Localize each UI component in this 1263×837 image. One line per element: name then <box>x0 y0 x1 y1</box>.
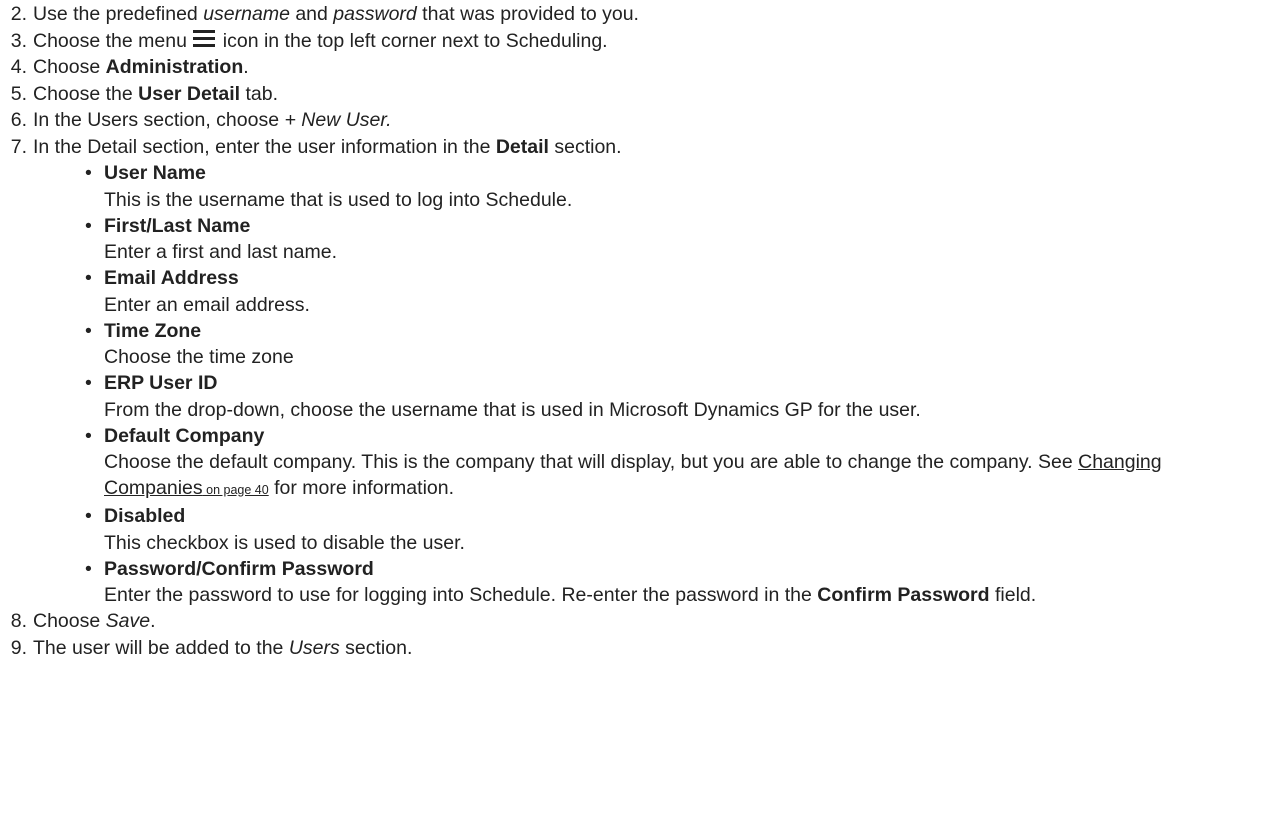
bullet-marker: • <box>85 267 92 289</box>
field-item-email-address: • Email Address Enter an email address. <box>0 265 1263 318</box>
step-6: 6. In the Users section, choose + New Us… <box>0 107 1263 134</box>
step-number: 3. <box>10 29 27 52</box>
field-title: ERP User ID <box>104 372 218 394</box>
term-password: password <box>333 3 417 25</box>
field-item-user-name: • User Name This is the username that is… <box>0 160 1263 213</box>
field-title: Password/Confirm Password <box>104 557 374 580</box>
term-users: Users <box>288 636 340 659</box>
field-description: From the drop-down, choose the username … <box>104 398 921 421</box>
step-9: 9. The user will be added to the Users s… <box>0 635 1263 662</box>
step-number: 6. <box>10 109 27 131</box>
step-number: 9. <box>10 636 27 659</box>
step-number: 5. <box>10 82 27 105</box>
field-item-password: • Password/Confirm Password Enter the pa… <box>0 556 1263 609</box>
field-description: This checkbox is used to disable the use… <box>104 531 465 554</box>
step-7: 7. In the Detail section, enter the user… <box>0 134 1263 161</box>
field-description: Choose the time zone <box>104 346 294 368</box>
field-title: Time Zone <box>104 319 202 342</box>
term-save: Save <box>105 610 151 632</box>
step-8: 8. Choose Save. <box>0 608 1263 635</box>
field-title: Default Company <box>104 424 265 447</box>
field-item-time-zone: • Time Zone Choose the time zone <box>0 318 1263 371</box>
step-number: 2. <box>10 3 27 25</box>
term-confirm-password: Confirm Password <box>817 584 990 606</box>
field-description: Enter an email address. <box>104 293 310 316</box>
field-title: Disabled <box>104 505 186 527</box>
term-user-detail: User Detail <box>138 82 241 105</box>
field-list: • User Name This is the username that is… <box>0 160 1263 608</box>
hamburger-menu-icon <box>193 29 216 48</box>
field-description: This is the username that is used to log… <box>104 188 573 211</box>
field-description: Enter a first and last name. <box>104 241 338 263</box>
document-body: 2. Use the predefined username and passw… <box>0 0 1263 661</box>
field-item-first-last-name: • First/Last Name Enter a first and last… <box>0 213 1263 266</box>
field-title: Email Address <box>104 267 239 289</box>
step-number: 7. <box>10 135 27 158</box>
term-username: username <box>203 3 290 25</box>
bullet-marker: • <box>85 372 92 394</box>
field-title: First/Last Name <box>104 214 251 237</box>
step-5: 5. Choose the User Detail tab. <box>0 81 1263 108</box>
field-description: Choose the default company. This is the … <box>104 451 1162 499</box>
field-item-default-company: • Default Company Choose the default com… <box>0 423 1263 504</box>
page-reference: on page 40 <box>202 483 269 497</box>
bullet-marker: • <box>85 214 92 237</box>
field-title: User Name <box>104 162 206 184</box>
field-item-erp-user-id: • ERP User ID From the drop-down, choose… <box>0 370 1263 423</box>
term-administration: Administration <box>105 56 244 78</box>
field-description: Enter the password to use for logging in… <box>104 584 1037 606</box>
field-item-disabled: • Disabled This checkbox is used to disa… <box>0 503 1263 556</box>
step-number: 4. <box>10 56 27 78</box>
term-new-user: + New User. <box>284 109 392 131</box>
step-number: 8. <box>10 610 27 632</box>
bullet-marker: • <box>85 505 92 527</box>
bullet-marker: • <box>85 162 92 184</box>
bullet-marker: • <box>85 424 92 447</box>
step-2: 2. Use the predefined username and passw… <box>0 1 1263 28</box>
term-detail: Detail <box>495 135 549 158</box>
bullet-marker: • <box>85 557 92 580</box>
step-3: 3. Choose the menu icon in the top left … <box>0 28 1263 55</box>
bullet-marker: • <box>85 319 92 342</box>
step-4: 4. Choose Administration. <box>0 54 1263 81</box>
